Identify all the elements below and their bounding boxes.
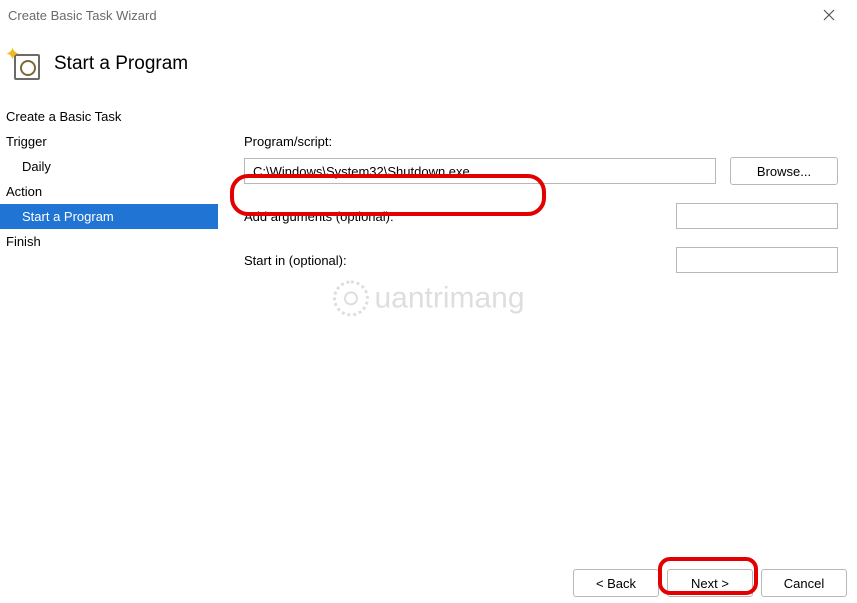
sidebar-item-label: Daily <box>22 159 51 174</box>
cancel-button[interactable]: Cancel <box>761 569 847 597</box>
sidebar-item-label: Trigger <box>6 134 47 149</box>
page-title: Start a Program <box>54 53 188 75</box>
start-in-label: Start in (optional): <box>244 253 676 268</box>
sidebar-item-label: Create a Basic Task <box>6 109 121 124</box>
next-button[interactable]: Next > <box>667 569 753 597</box>
titlebar: Create Basic Task Wizard <box>0 0 857 30</box>
close-icon <box>823 9 835 21</box>
add-arguments-label: Add arguments (optional): <box>244 209 676 224</box>
sidebar-item-finish[interactable]: Finish <box>0 229 218 254</box>
sidebar-item-start-a-program[interactable]: Start a Program <box>0 204 218 229</box>
wizard-content: Program/script: Browse... Add arguments … <box>218 104 857 557</box>
sidebar-item-trigger[interactable]: Trigger <box>0 129 218 154</box>
browse-button[interactable]: Browse... <box>730 157 838 185</box>
wizard-icon: ✦ <box>8 48 40 80</box>
wizard-footer: < Back Next > Cancel <box>573 569 847 597</box>
sidebar-item-action[interactable]: Action <box>0 179 218 204</box>
back-button[interactable]: < Back <box>573 569 659 597</box>
sidebar-item-daily[interactable]: Daily <box>0 154 218 179</box>
sidebar-item-label: Action <box>6 184 42 199</box>
wizard-sidebar: Create a Basic Task Trigger Daily Action… <box>0 104 218 557</box>
sidebar-item-label: Start a Program <box>22 209 114 224</box>
start-in-input[interactable] <box>676 247 838 273</box>
add-arguments-input[interactable] <box>676 203 838 229</box>
sidebar-item-label: Finish <box>6 234 41 249</box>
program-script-label: Program/script: <box>244 134 838 149</box>
sidebar-item-create-basic-task[interactable]: Create a Basic Task <box>0 104 218 129</box>
window-title: Create Basic Task Wizard <box>8 8 157 23</box>
close-button[interactable] <box>809 1 849 29</box>
wizard-header: ✦ Start a Program <box>0 30 857 104</box>
program-script-input[interactable] <box>244 158 716 184</box>
